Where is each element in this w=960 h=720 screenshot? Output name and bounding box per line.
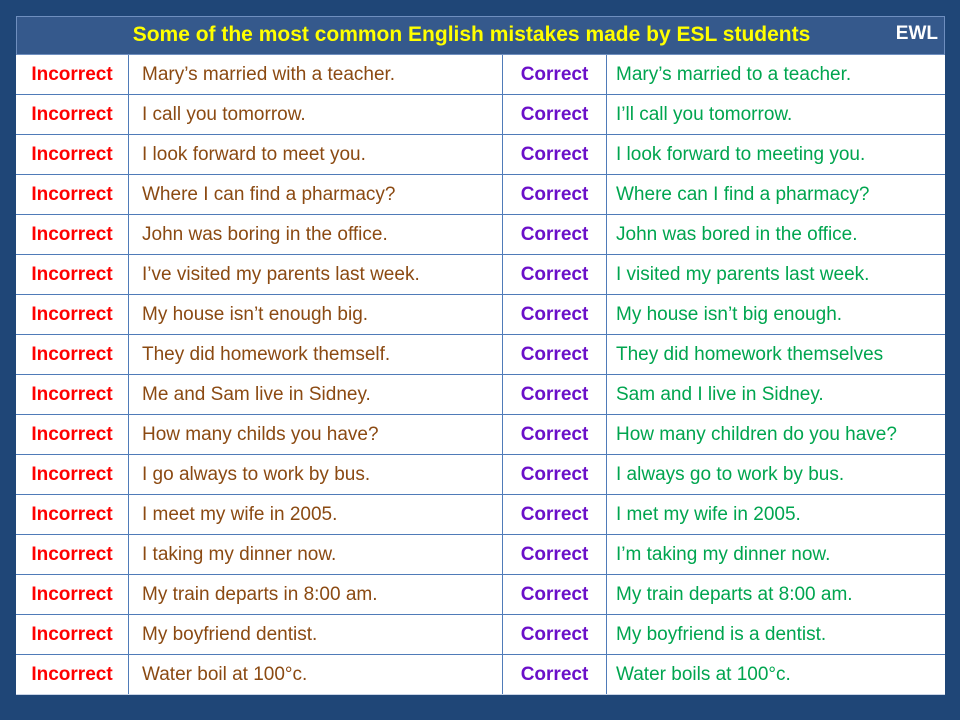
table-row: Incorrect Me and Sam live in Sidney. Corre… xyxy=(16,374,945,415)
incorrect-label: Incorrect xyxy=(16,334,129,375)
incorrect-sentence: They did homework themself. xyxy=(128,334,503,375)
correct-sentence: My boyfriend is a dentist. xyxy=(606,614,945,655)
incorrect-sentence: I taking my dinner now. xyxy=(128,534,503,575)
correct-label: Correct xyxy=(502,55,607,95)
table-row: Incorrect My boyfriend dentist. Correct My … xyxy=(16,614,945,655)
table-row: Incorrect My house isn’t enough big. Corre… xyxy=(16,294,945,335)
table-row: Incorrect I meet my wife in 2005. Correct I… xyxy=(16,494,945,535)
incorrect-label: Incorrect xyxy=(16,414,129,455)
table-row: Incorrect I look forward to meet you. Corr… xyxy=(16,134,945,175)
incorrect-label: Incorrect xyxy=(16,55,129,95)
incorrect-label: Incorrect xyxy=(16,534,129,575)
correct-sentence: I’ll call you tomorrow. xyxy=(606,94,945,135)
correct-sentence: I met my wife in 2005. xyxy=(606,494,945,535)
correct-label: Correct xyxy=(502,294,607,335)
incorrect-label: Incorrect xyxy=(16,454,129,495)
correct-label: Correct xyxy=(502,134,607,175)
correct-sentence: My house isn’t big enough. xyxy=(606,294,945,335)
correct-label: Correct xyxy=(502,454,607,495)
incorrect-sentence: How many childs you have? xyxy=(128,414,503,455)
incorrect-sentence: I go always to work by bus. xyxy=(128,454,503,495)
incorrect-sentence: I look forward to meet you. xyxy=(128,134,503,175)
incorrect-label: Incorrect xyxy=(16,294,129,335)
incorrect-sentence: My train departs in 8:00 am. xyxy=(128,574,503,615)
table-row: Incorrect I call you tomorrow. Correct I’ll… xyxy=(16,94,945,135)
incorrect-label: Incorrect xyxy=(16,654,129,695)
table-row: Incorrect They did homework themself. Corr… xyxy=(16,334,945,375)
incorrect-sentence: I’ve visited my parents last week. xyxy=(128,254,503,295)
correct-sentence: How many children do you have? xyxy=(606,414,945,455)
incorrect-sentence: Water boil at 100°c. xyxy=(128,654,503,695)
incorrect-label: Incorrect xyxy=(16,614,129,655)
incorrect-label: Incorrect xyxy=(16,254,129,295)
table-row: Incorrect Water boil at 100°c. Correct Wate… xyxy=(16,654,945,695)
correct-sentence: John was bored in the office. xyxy=(606,214,945,255)
incorrect-label: Incorrect xyxy=(16,174,129,215)
correct-label: Correct xyxy=(502,174,607,215)
correct-sentence: Mary’s married to a teacher. xyxy=(606,55,945,95)
correct-label: Correct xyxy=(502,414,607,455)
table-row: Incorrect John was boring in the office. C… xyxy=(16,214,945,255)
incorrect-sentence: John was boring in the office. xyxy=(128,214,503,255)
correct-label: Correct xyxy=(502,94,607,135)
incorrect-label: Incorrect xyxy=(16,374,129,415)
incorrect-label: Incorrect xyxy=(16,214,129,255)
brand-logo: EWL xyxy=(895,23,938,44)
table-row: Incorrect How many childs you have? Correc… xyxy=(16,414,945,455)
table-row: Incorrect I go always to work by bus. Corr… xyxy=(16,454,945,495)
incorrect-sentence: I meet my wife in 2005. xyxy=(128,494,503,535)
table-row: Incorrect I’ve visited my parents last we… xyxy=(16,254,945,295)
correct-label: Correct xyxy=(502,334,607,375)
correct-label: Correct xyxy=(502,214,607,255)
incorrect-label: Incorrect xyxy=(16,494,129,535)
table-row: Incorrect I taking my dinner now. Correct I… xyxy=(16,534,945,575)
correct-label: Correct xyxy=(502,374,607,415)
correct-sentence: I look forward to meeting you. xyxy=(606,134,945,175)
incorrect-sentence: Me and Sam live in Sidney. xyxy=(128,374,503,415)
correct-label: Correct xyxy=(502,654,607,695)
correct-sentence: Water boils at 100°c. xyxy=(606,654,945,695)
correct-sentence: Sam and I live in Sidney. xyxy=(606,374,945,415)
mistakes-board: Some of the most common English mistakes… xyxy=(16,16,945,695)
correct-label: Correct xyxy=(502,254,607,295)
table-row: Incorrect Where I can find a pharmacy? Cor… xyxy=(16,174,945,215)
table-row: Incorrect Mary’s married with a teacher. C… xyxy=(16,55,945,95)
incorrect-sentence: My house isn’t enough big. xyxy=(128,294,503,335)
header-bar: Some of the most common English mistakes… xyxy=(16,16,945,55)
incorrect-label: Incorrect xyxy=(16,574,129,615)
correct-sentence: I’m taking my dinner now. xyxy=(606,534,945,575)
mistakes-table: Incorrect Mary’s married with a teacher. C… xyxy=(16,55,945,695)
correct-sentence: I visited my parents last week. xyxy=(606,254,945,295)
table-row: Incorrect My train departs in 8:00 am. Cor… xyxy=(16,574,945,615)
correct-label: Correct xyxy=(502,534,607,575)
correct-sentence: Where can I find a pharmacy? xyxy=(606,174,945,215)
incorrect-sentence: My boyfriend dentist. xyxy=(128,614,503,655)
correct-label: Correct xyxy=(502,614,607,655)
incorrect-sentence: Where I can find a pharmacy? xyxy=(128,174,503,215)
incorrect-sentence: Mary’s married with a teacher. xyxy=(128,55,503,95)
correct-sentence: They did homework themselves xyxy=(606,334,945,375)
incorrect-label: Incorrect xyxy=(16,94,129,135)
incorrect-sentence: I call you tomorrow. xyxy=(128,94,503,135)
page-title: Some of the most common English mistakes… xyxy=(132,23,811,46)
correct-label: Correct xyxy=(502,574,607,615)
incorrect-label: Incorrect xyxy=(16,134,129,175)
correct-sentence: My train departs at 8:00 am. xyxy=(606,574,945,615)
correct-sentence: I always go to work by bus. xyxy=(606,454,945,495)
correct-label: Correct xyxy=(502,494,607,535)
